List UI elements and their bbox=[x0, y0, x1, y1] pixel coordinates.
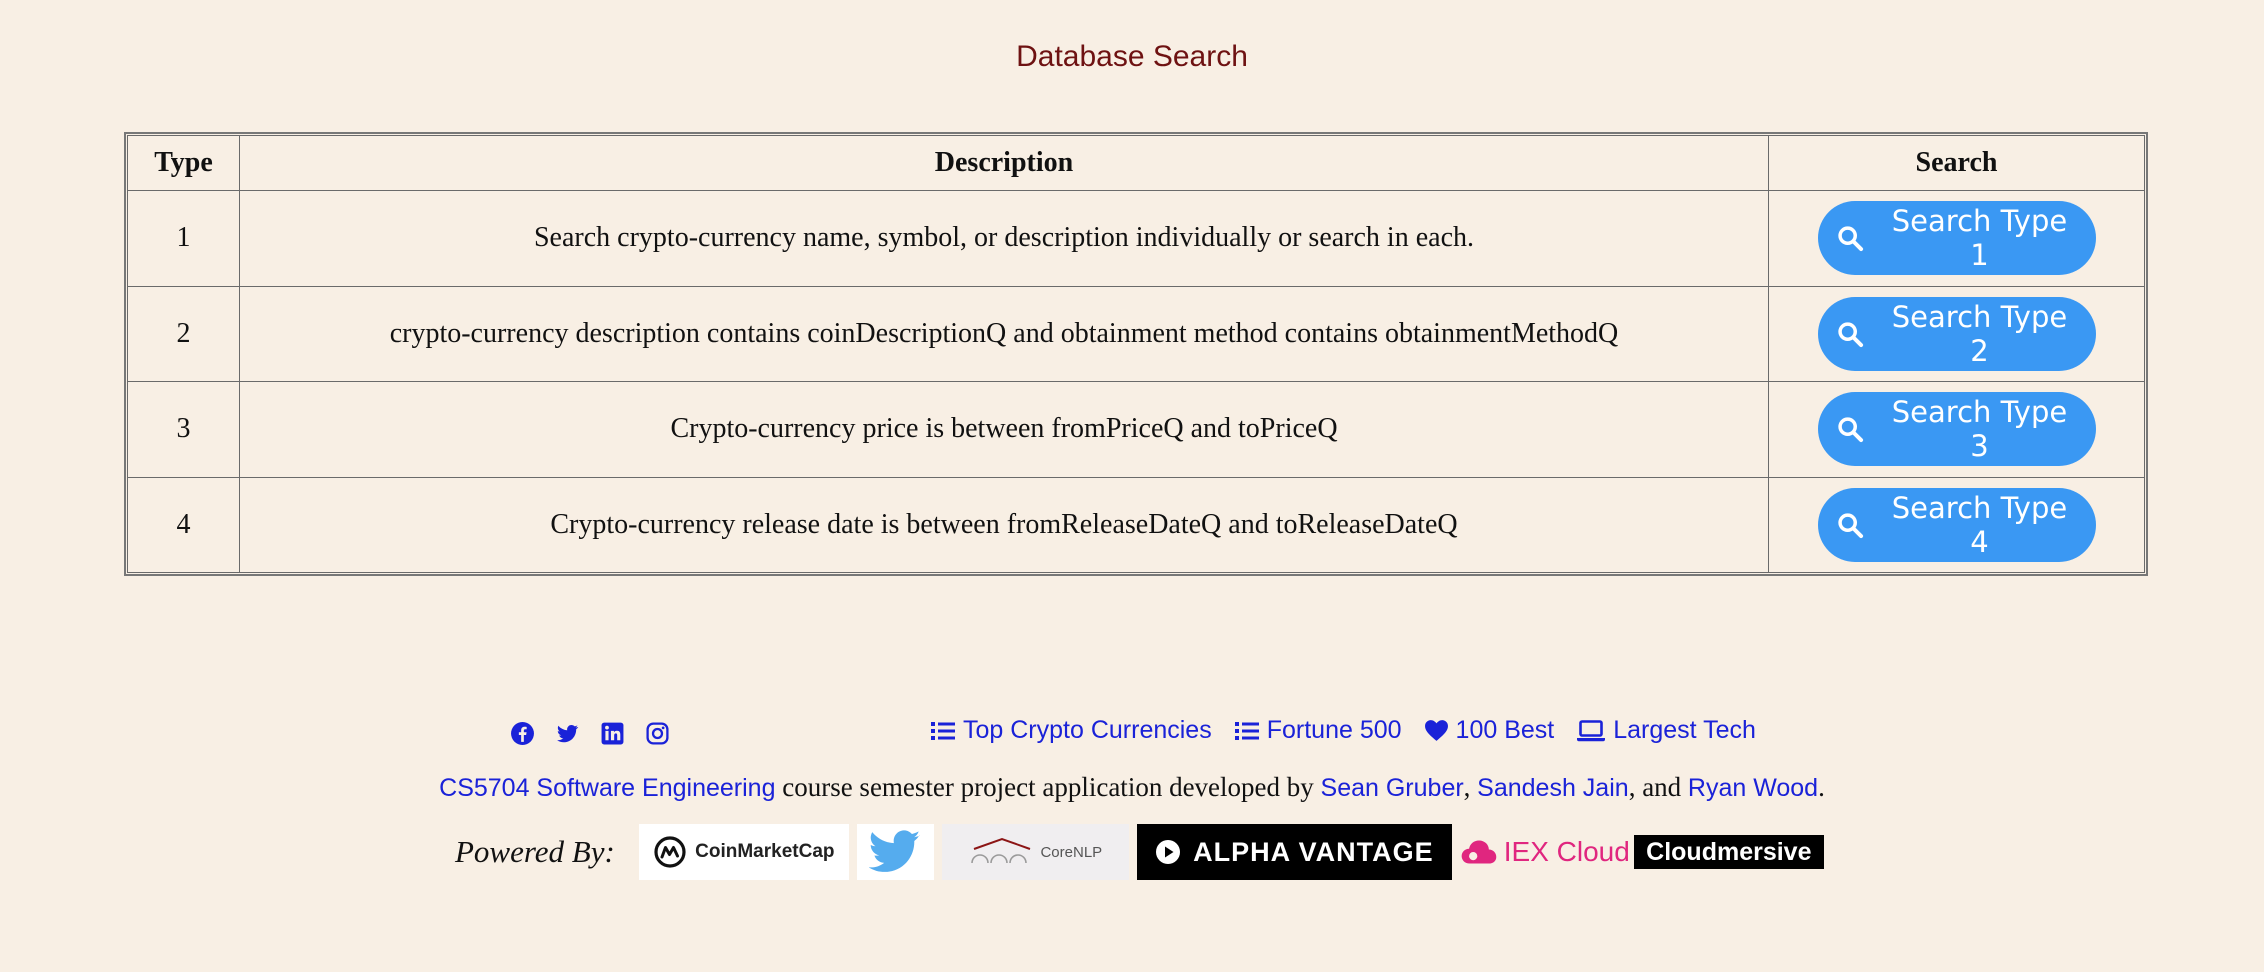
footer-links-bar: Top Crypto Currencies Fortune 500 100 Be… bbox=[0, 716, 2264, 756]
search-icon bbox=[1837, 417, 1863, 443]
type-cell: 2 bbox=[127, 285, 240, 382]
search-button-label: Search Type 2 bbox=[1891, 299, 2068, 368]
type-column-header: Type bbox=[127, 135, 240, 191]
description-cell: Crypto-currency price is between fromPri… bbox=[239, 381, 1769, 478]
search-button-label: Search Type 4 bbox=[1891, 490, 2068, 559]
nav-link-label: Top Crypto Currencies bbox=[963, 716, 1212, 744]
search-type-3-button[interactable]: Search Type 3 bbox=[1817, 392, 2096, 467]
nav-link-label: Fortune 500 bbox=[1266, 716, 1402, 744]
search-cell: Search Type 3 bbox=[1768, 381, 2145, 478]
corenlp-logo-text: CoreNLP bbox=[1040, 843, 1103, 861]
corenlp-logo[interactable]: CoreNLP bbox=[941, 824, 1129, 880]
instagram-icon[interactable] bbox=[645, 721, 670, 746]
search-icon bbox=[1837, 513, 1863, 538]
play-circle-icon bbox=[1156, 840, 1181, 864]
credits-text: course semester project application deve… bbox=[775, 772, 1321, 802]
cloudmersive-logo-text: Cloudmersive bbox=[1646, 837, 1812, 866]
description-column-header: Description bbox=[239, 135, 1769, 191]
top-crypto-currencies-link[interactable]: Top Crypto Currencies bbox=[930, 716, 1212, 745]
largest-tech-link[interactable]: Largest Tech bbox=[1576, 716, 1756, 745]
search-button-label: Search Type 1 bbox=[1891, 204, 2068, 273]
list-icon bbox=[931, 721, 955, 740]
credits-separator: , and bbox=[1628, 772, 1688, 802]
nav-link-label: Largest Tech bbox=[1613, 716, 1756, 744]
search-type-1-button[interactable]: Search Type 1 bbox=[1817, 201, 2096, 276]
corenlp-arches-icon bbox=[971, 837, 1031, 864]
author-sandesh-jain-link[interactable]: Sandesh Jain bbox=[1477, 774, 1629, 802]
type-cell: 3 bbox=[127, 381, 240, 478]
search-cell: Search Type 4 bbox=[1768, 476, 2145, 573]
course-link[interactable]: CS5704 Software Engineering bbox=[439, 774, 775, 802]
table-row: 4 Crypto-currency release date is betwee… bbox=[127, 476, 2145, 573]
laptop-icon bbox=[1577, 719, 1606, 741]
list-icon bbox=[1234, 721, 1259, 740]
alpha-vantage-logo[interactable]: ALPHA VANTAGE bbox=[1136, 824, 1452, 880]
table-row: 1 Search crypto-currency name, symbol, o… bbox=[127, 190, 2145, 287]
author-sean-gruber-link[interactable]: Sean Gruber bbox=[1321, 774, 1464, 802]
coinmarketcap-logo-text: CoinMarketCap bbox=[695, 841, 835, 862]
search-type-table: Type Description Search 1 Search crypto-… bbox=[127, 135, 2145, 573]
iex-cloud-logo[interactable]: IEX Cloud bbox=[1460, 824, 1630, 880]
social-links bbox=[510, 721, 670, 746]
search-table-container: Type Description Search 1 Search crypto-… bbox=[124, 132, 2148, 576]
cloud-icon bbox=[1461, 840, 1497, 864]
twitter-bird-icon bbox=[869, 830, 921, 872]
type-cell: 4 bbox=[127, 476, 240, 573]
100-best-link[interactable]: 100 Best bbox=[1424, 716, 1555, 745]
credits-end: . bbox=[1818, 772, 1825, 802]
page-title: Database Search bbox=[1016, 40, 1248, 73]
twitter-logo[interactable] bbox=[856, 824, 934, 880]
table-header-row: Type Description Search bbox=[127, 135, 2145, 191]
search-button-label: Search Type 3 bbox=[1891, 395, 2068, 464]
description-cell: Search crypto-currency name, symbol, or … bbox=[239, 190, 1769, 287]
powered-by-bar: Powered By: CoinMarketCap CoreNLP ALPHA … bbox=[455, 824, 1832, 880]
coinmarketcap-logo[interactable]: CoinMarketCap bbox=[638, 824, 849, 880]
description-cell: crypto-currency description contains coi… bbox=[239, 285, 1769, 382]
fortune-500-link[interactable]: Fortune 500 bbox=[1234, 716, 1402, 745]
description-cell: Crypto-currency release date is between … bbox=[239, 476, 1769, 573]
author-ryan-wood-link[interactable]: Ryan Wood bbox=[1688, 774, 1818, 802]
facebook-icon[interactable] bbox=[510, 721, 535, 746]
search-cell: Search Type 1 bbox=[1768, 190, 2145, 287]
credits-separator: , bbox=[1463, 772, 1478, 802]
search-cell: Search Type 2 bbox=[1768, 285, 2145, 382]
type-cell: 1 bbox=[127, 190, 240, 287]
powered-by-label: Powered By: bbox=[455, 834, 615, 869]
cloudmersive-logo[interactable]: Cloudmersive bbox=[1633, 835, 1824, 869]
table-row: 3 Crypto-currency price is between fromP… bbox=[127, 381, 2145, 478]
table-row: 2 crypto-currency description contains c… bbox=[127, 285, 2145, 382]
nav-link-label: 100 Best bbox=[1455, 716, 1555, 744]
footer-nav: Top Crypto Currencies Fortune 500 100 Be… bbox=[930, 716, 1756, 745]
search-icon bbox=[1837, 322, 1863, 347]
credits-line: CS5704 Software Engineering course semes… bbox=[0, 772, 2264, 803]
coinmarketcap-icon bbox=[654, 836, 686, 868]
heart-icon bbox=[1424, 720, 1448, 741]
linkedin-icon[interactable] bbox=[600, 721, 625, 746]
search-type-4-button[interactable]: Search Type 4 bbox=[1817, 487, 2096, 562]
search-column-header: Search bbox=[1768, 135, 2145, 191]
alpha-vantage-logo-text: ALPHA VANTAGE bbox=[1193, 836, 1434, 867]
twitter-icon[interactable] bbox=[555, 721, 580, 746]
search-type-2-button[interactable]: Search Type 2 bbox=[1817, 296, 2096, 371]
iex-cloud-logo-text: IEX Cloud bbox=[1503, 836, 1630, 867]
search-icon bbox=[1837, 226, 1863, 252]
